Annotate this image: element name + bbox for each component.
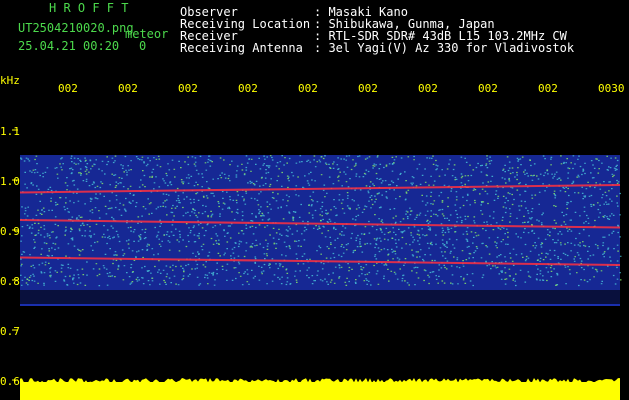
baseline-bar-fill bbox=[20, 382, 620, 400]
spectrogram-chart: 1.1 1.0 0.9 0.8 0.7 0.6 kHz 002 002 002 002 002 002 0… bbox=[0, 74, 625, 400]
x-tick-label: 002 bbox=[118, 82, 138, 95]
y-tick-label: 0.6 bbox=[0, 375, 20, 388]
y-axis-label: kHz bbox=[0, 74, 20, 87]
x-tick-label: 002 bbox=[238, 82, 258, 95]
x-tick-label: 002 bbox=[358, 82, 378, 95]
y-tick-label: 0.8 bbox=[0, 275, 20, 288]
noise-field bbox=[20, 155, 620, 290]
baseline-noise-bar bbox=[20, 378, 620, 400]
y-tick-label: 0.9 bbox=[0, 225, 20, 238]
x-tick-label: 002 bbox=[418, 82, 438, 95]
signal-band bbox=[20, 155, 622, 305]
y-tick-label: 1.0 bbox=[0, 175, 20, 188]
x-tick-label: 0030 bbox=[598, 82, 625, 95]
x-tick-label: 002 bbox=[478, 82, 498, 95]
x-tick-label: 002 bbox=[538, 82, 558, 95]
baseline-bar-edge bbox=[20, 378, 620, 384]
x-tick-label: 002 bbox=[58, 82, 78, 95]
y-tick-label: 1.1 bbox=[0, 125, 20, 138]
noise-field-weak bbox=[20, 290, 620, 305]
x-tick-label: 002 bbox=[298, 82, 318, 95]
x-tick-label: 002 bbox=[178, 82, 198, 95]
y-tick-label: 0.7 bbox=[0, 325, 20, 338]
